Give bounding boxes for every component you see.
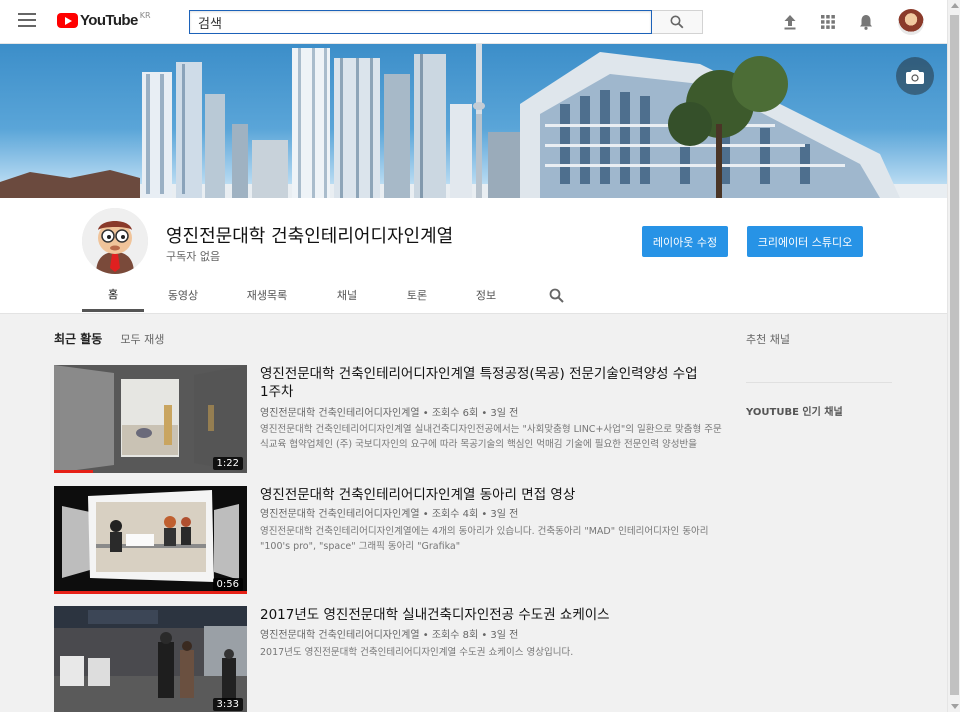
video-description: 2017년도 영진전문대학 건축인테리어디자인계열 수도권 쇼케이스 영상입니다… bbox=[260, 647, 574, 658]
channel-banner bbox=[0, 44, 947, 198]
thumbnail-image-showcase bbox=[54, 606, 247, 712]
video-title[interactable]: 영진전문대학 건축인테리어디자인계열 동아리 면접 영상 bbox=[260, 486, 710, 504]
channel-header: 영진전문대학 건축인테리어디자인계열 구독자 없음 레이아웃 수정 크리에이터 … bbox=[0, 198, 947, 314]
play-logo-icon bbox=[57, 13, 78, 28]
channel-avatar-image bbox=[82, 208, 148, 274]
video-thumbnail[interactable]: 0:56 bbox=[54, 486, 247, 594]
video-duration: 3:33 bbox=[212, 698, 243, 711]
video-meta: 영진전문대학 건축인테리어디자인계열 • 조회수 6회 • 3일 전 bbox=[260, 408, 519, 419]
edit-layout-button[interactable]: 레이아웃 수정 bbox=[642, 226, 728, 257]
channel-search-button[interactable] bbox=[520, 278, 592, 312]
watch-progress bbox=[54, 470, 93, 473]
video-description: 영진전문대학 건축인테리어디자인계열에는 4개의 동아리가 있습니다. 건축동아… bbox=[260, 526, 709, 552]
popular-channels-link[interactable]: YOUTUBE 인기 채널 bbox=[746, 403, 843, 418]
tab-playlists[interactable]: 재생목록 bbox=[222, 278, 312, 312]
video-title[interactable]: 2017년도 영진전문대학 실내건축디자인전공 수도권 쇼케이스 bbox=[260, 606, 710, 624]
video-thumbnail[interactable]: 3:33 bbox=[54, 606, 247, 712]
vertical-scrollbar[interactable] bbox=[947, 0, 960, 712]
apps-icon[interactable] bbox=[818, 12, 838, 32]
youtube-channel-page: YouTube KR 검색 영진전문대학 건축인테리어디자인계열 구독자 없음 … bbox=[0, 0, 947, 712]
creator-studio-button[interactable]: 크리에이터 스튜디오 bbox=[747, 226, 863, 257]
play-all-link[interactable]: 모두 재생 bbox=[120, 331, 164, 347]
video-item: 3:33 2017년도 영진전문대학 실내건축디자인전공 수도권 쇼케이스 영진… bbox=[54, 606, 724, 712]
account-avatar[interactable] bbox=[898, 9, 924, 35]
channel-title: 영진전문대학 건축인테리어디자인계열 bbox=[166, 226, 454, 247]
video-title[interactable]: 영진전문대학 건축인테리어디자인계열 특정공정(목공) 전문기술인력양성 수업 … bbox=[260, 365, 710, 401]
sidebar-divider bbox=[746, 382, 892, 383]
video-meta: 영진전문대학 건축인테리어디자인계열 • 조회수 4회 • 3일 전 bbox=[260, 509, 519, 520]
video-duration: 1:22 bbox=[212, 457, 243, 470]
video-thumbnail[interactable]: 1:22 bbox=[54, 365, 247, 473]
section-title: 최근 활동 bbox=[54, 332, 103, 346]
search-icon bbox=[670, 15, 684, 29]
youtube-logo[interactable]: YouTube KR bbox=[57, 11, 151, 29]
watch-progress bbox=[54, 591, 247, 594]
tab-about[interactable]: 정보 bbox=[452, 278, 520, 312]
tab-channels[interactable]: 채널 bbox=[312, 278, 382, 312]
search-icon bbox=[549, 288, 564, 303]
search-button[interactable] bbox=[652, 10, 703, 34]
masthead: YouTube KR bbox=[0, 0, 947, 44]
recent-activity-header: 최근 활동 모두 재생 bbox=[54, 330, 164, 347]
scroll-thumb[interactable] bbox=[950, 15, 959, 695]
scroll-up-arrow-icon[interactable] bbox=[951, 3, 959, 8]
video-meta: 영진전문대학 건축인테리어디자인계열 • 조회수 8회 • 3일 전 bbox=[260, 630, 519, 641]
subscriber-count: 구독자 없음 bbox=[166, 250, 221, 263]
logo-region: KR bbox=[139, 11, 151, 20]
channel-tabs: 홈 동영상 재생목록 채널 토론 정보 bbox=[82, 278, 592, 312]
channel-avatar[interactable] bbox=[82, 208, 148, 274]
recommended-channels-title: 추천 채널 bbox=[746, 333, 790, 346]
tab-videos[interactable]: 동영상 bbox=[144, 278, 222, 312]
banner-cityscape-image bbox=[0, 44, 947, 198]
change-banner-button[interactable] bbox=[896, 57, 934, 95]
menu-icon[interactable] bbox=[18, 13, 36, 29]
tab-discussion[interactable]: 토론 bbox=[382, 278, 452, 312]
search-box bbox=[189, 10, 652, 34]
scroll-down-arrow-icon[interactable] bbox=[951, 704, 959, 709]
bell-icon[interactable] bbox=[856, 12, 876, 32]
video-item: 0:56 영진전문대학 건축인테리어디자인계열 동아리 면접 영상 영진전문대학… bbox=[54, 486, 724, 594]
upload-icon[interactable] bbox=[780, 12, 800, 32]
video-item: 1:22 영진전문대학 건축인테리어디자인계열 특정공정(목공) 전문기술인력양… bbox=[54, 365, 724, 473]
logo-text: YouTube bbox=[80, 12, 138, 29]
video-duration: 0:56 bbox=[212, 578, 243, 591]
tab-home[interactable]: 홈 bbox=[82, 278, 144, 312]
video-description: 영진전문대학 건축인테리어디자인계열 실내건축디자인전공에서는 "사회맞춤형 L… bbox=[260, 424, 722, 450]
camera-icon bbox=[906, 69, 924, 84]
search-input[interactable] bbox=[190, 11, 651, 33]
